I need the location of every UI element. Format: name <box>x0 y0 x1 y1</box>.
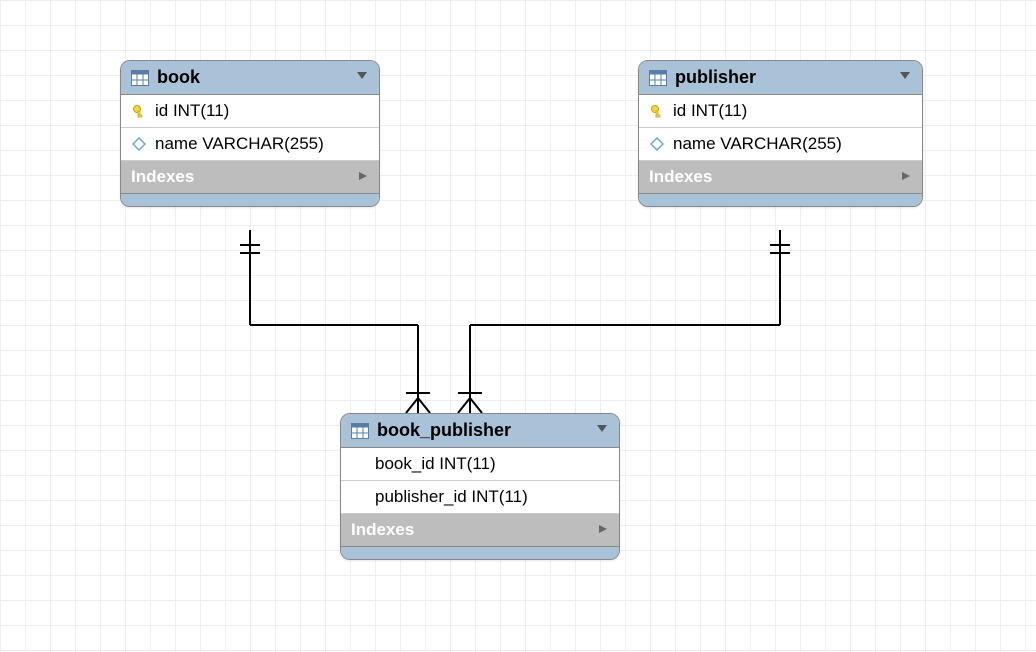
entity-publisher[interactable]: publisher id INT(11) name VARCHAR(255) I… <box>638 60 923 207</box>
column-row[interactable]: publisher_id INT(11) <box>341 481 619 514</box>
column-row[interactable]: id INT(11) <box>121 95 379 128</box>
column-text: name VARCHAR(255) <box>673 134 842 154</box>
entity-book-publisher[interactable]: book_publisher book_id INT(11) publisher… <box>340 413 620 560</box>
column-row[interactable]: book_id INT(11) <box>341 448 619 481</box>
table-icon <box>351 423 369 439</box>
entity-footer <box>121 194 379 206</box>
column-row[interactable]: id INT(11) <box>639 95 922 128</box>
collapse-arrow-icon[interactable] <box>355 68 369 87</box>
entity-title: book_publisher <box>377 420 589 441</box>
entity-header-book[interactable]: book <box>121 61 379 95</box>
indexes-label: Indexes <box>649 167 900 187</box>
column-row[interactable]: name VARCHAR(255) <box>639 128 922 161</box>
collapse-arrow-icon[interactable] <box>595 421 609 440</box>
column-text: name VARCHAR(255) <box>155 134 324 154</box>
expand-arrow-icon <box>597 520 609 540</box>
entity-title: book <box>157 67 349 88</box>
column-diamond-icon <box>131 136 147 152</box>
entity-header-publisher[interactable]: publisher <box>639 61 922 95</box>
column-text: book_id INT(11) <box>375 454 496 474</box>
expand-arrow-icon <box>357 167 369 187</box>
entity-book[interactable]: book id INT(11) name VARCHAR(255) Indexe… <box>120 60 380 207</box>
diagram-canvas: book id INT(11) name VARCHAR(255) Indexe… <box>0 0 1036 652</box>
primary-key-icon <box>649 103 665 119</box>
column-blank-icon <box>351 456 367 472</box>
column-row[interactable]: name VARCHAR(255) <box>121 128 379 161</box>
entity-footer <box>341 547 619 559</box>
indexes-label: Indexes <box>131 167 357 187</box>
column-text: id INT(11) <box>673 101 747 121</box>
indexes-toggle[interactable]: Indexes <box>341 514 619 547</box>
table-icon <box>649 70 667 86</box>
indexes-toggle[interactable]: Indexes <box>639 161 922 194</box>
table-icon <box>131 70 149 86</box>
collapse-arrow-icon[interactable] <box>898 68 912 87</box>
indexes-label: Indexes <box>351 520 597 540</box>
indexes-toggle[interactable]: Indexes <box>121 161 379 194</box>
column-text: id INT(11) <box>155 101 229 121</box>
entity-header-book-publisher[interactable]: book_publisher <box>341 414 619 448</box>
expand-arrow-icon <box>900 167 912 187</box>
column-blank-icon <box>351 489 367 505</box>
entity-title: publisher <box>675 67 892 88</box>
column-diamond-icon <box>649 136 665 152</box>
entity-footer <box>639 194 922 206</box>
column-text: publisher_id INT(11) <box>375 487 528 507</box>
primary-key-icon <box>131 103 147 119</box>
